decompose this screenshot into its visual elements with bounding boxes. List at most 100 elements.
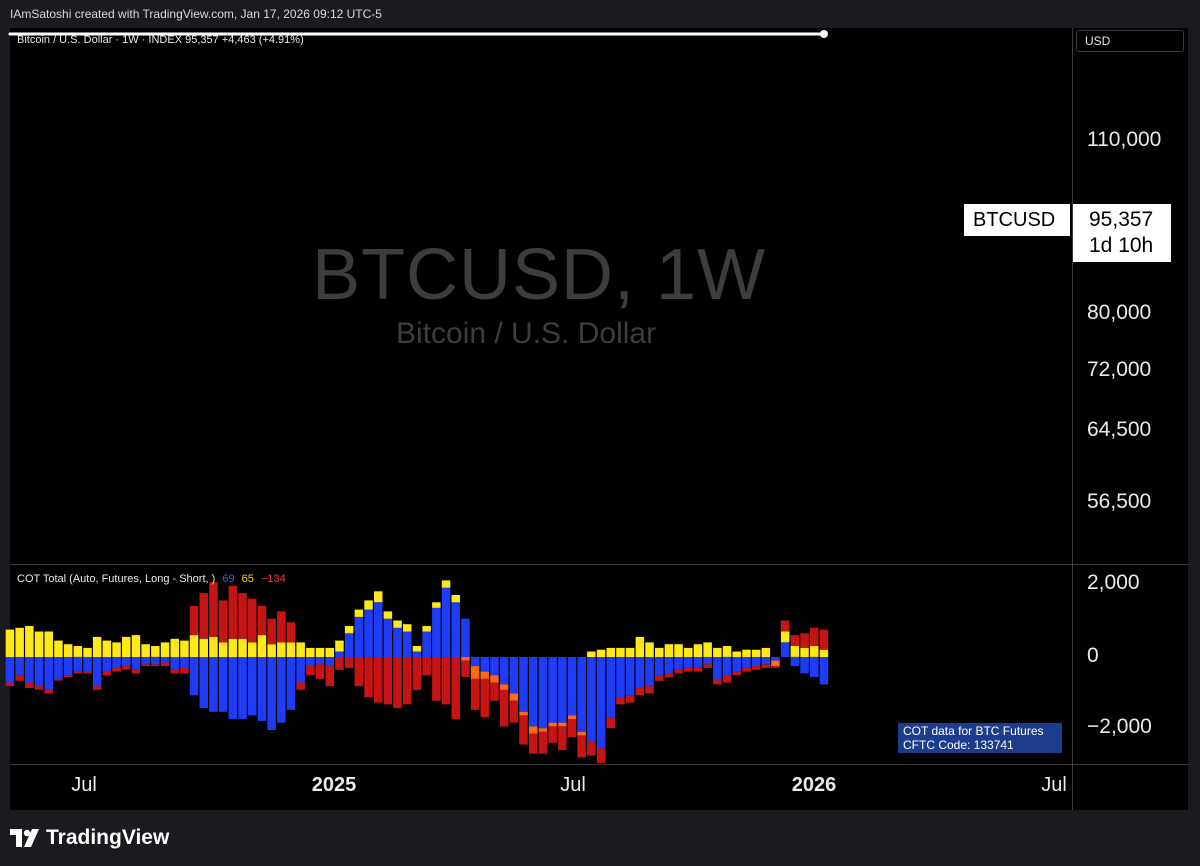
cot-bar [393, 620, 402, 628]
cot-bar [83, 657, 92, 672]
cot-bar [451, 595, 460, 603]
cot-bar [664, 644, 674, 657]
cot-bar [470, 678, 480, 710]
cot-bar [335, 657, 344, 670]
cot-bar [199, 657, 208, 709]
cot-bar [112, 668, 121, 672]
cot-bar [151, 646, 160, 657]
cot-bar [131, 635, 141, 657]
cot-bar [790, 646, 800, 657]
cot-bar [771, 666, 780, 668]
cot-bar [92, 686, 102, 690]
cot-legend-name: COT Total (Auto, Futures, Long - Short, … [17, 573, 216, 585]
cot-bar [5, 682, 15, 687]
cot-bar [742, 657, 751, 668]
last-price-value: 95,357 [1089, 208, 1154, 231]
cot-bar [558, 657, 567, 723]
cot-bar [228, 657, 238, 719]
cot-bar [277, 611, 286, 643]
cot-bar [519, 711, 528, 716]
price-tick: 110,000 [1087, 128, 1162, 151]
cot-bar [529, 733, 538, 754]
cot-bar [761, 647, 771, 657]
cot-bar [296, 657, 305, 683]
cot-bar [257, 657, 267, 721]
cot-bar [83, 671, 92, 674]
cot-bar [819, 629, 829, 650]
cot-bar [170, 669, 179, 674]
cot-bar [529, 726, 538, 734]
cot-bar [635, 657, 645, 688]
cot-bar [73, 671, 83, 674]
cot-bar [538, 657, 548, 729]
cot-bar [131, 657, 141, 670]
cot-bar [596, 649, 606, 657]
cot-bar [470, 666, 480, 679]
cot-bar [364, 609, 373, 657]
cot-bar [344, 657, 354, 668]
cot-bar [325, 666, 334, 687]
cot-bar [751, 657, 761, 667]
cot-bar [587, 657, 596, 741]
cot-bar [810, 646, 819, 657]
cot-bar [180, 640, 189, 657]
cot-bar [54, 678, 63, 681]
brand-logo[interactable]: TradingView [10, 826, 169, 850]
cot-bar [238, 657, 247, 719]
cot-bar [218, 657, 228, 712]
cot-bar [286, 622, 296, 643]
time-tick: 2026 [791, 774, 837, 796]
cot-bar [800, 647, 809, 657]
cot-bar [112, 642, 121, 657]
cot-bar [354, 657, 364, 687]
cot-bar [432, 607, 441, 657]
price-tick: 56,500 [1087, 490, 1152, 513]
currency-selector[interactable]: USD [1076, 30, 1184, 52]
cot-bar [655, 647, 664, 657]
cot-bar [63, 644, 73, 657]
cot-bar [538, 728, 548, 732]
cot-bar [315, 657, 325, 665]
cot-bar [499, 657, 509, 685]
cot-bar [587, 651, 596, 657]
cot-legend[interactable]: COT Total (Auto, Futures, Long - Short, … [17, 573, 286, 585]
cot-bar [218, 600, 228, 643]
main-series-legend[interactable]: Bitcoin / U.S. Dollar · 1W · INDEX 95,35… [17, 34, 304, 46]
cot-bar [470, 657, 480, 667]
cot-bar [780, 642, 790, 657]
cot-bar [655, 675, 664, 681]
cot-bar [248, 598, 257, 643]
cot-bar [538, 731, 548, 754]
cot-bar [25, 626, 34, 657]
cot-bar [122, 657, 131, 667]
cot-bar [693, 657, 703, 668]
last-price-dot [819, 30, 828, 38]
cot-bar [567, 657, 577, 716]
cot-bar [509, 693, 519, 701]
cot-bar [383, 657, 393, 705]
cot-bar [344, 626, 354, 634]
cot-bar [490, 657, 499, 676]
cot-bar [616, 657, 625, 698]
cot-bar [693, 668, 703, 672]
cot-bar [422, 657, 431, 676]
cot-tick: 0 [1087, 644, 1099, 667]
cot-bar [170, 657, 179, 670]
time-tick: Jul [560, 774, 586, 796]
cot-bar [693, 644, 703, 657]
cot-bar [577, 731, 586, 736]
cot-bar [771, 657, 780, 661]
cot-bar [5, 657, 15, 683]
cot-bar [180, 668, 189, 674]
cot-bar [567, 719, 577, 738]
cot-bar [713, 678, 722, 685]
cot-bar [92, 657, 102, 687]
cot-bar [441, 587, 451, 657]
cot-bar [199, 593, 208, 639]
cot-bar [819, 657, 829, 685]
cot-bar [490, 682, 499, 701]
cot-bar [519, 657, 528, 712]
cot-bar [228, 638, 238, 658]
cot-bar [499, 689, 509, 727]
cot-bar [742, 649, 751, 657]
